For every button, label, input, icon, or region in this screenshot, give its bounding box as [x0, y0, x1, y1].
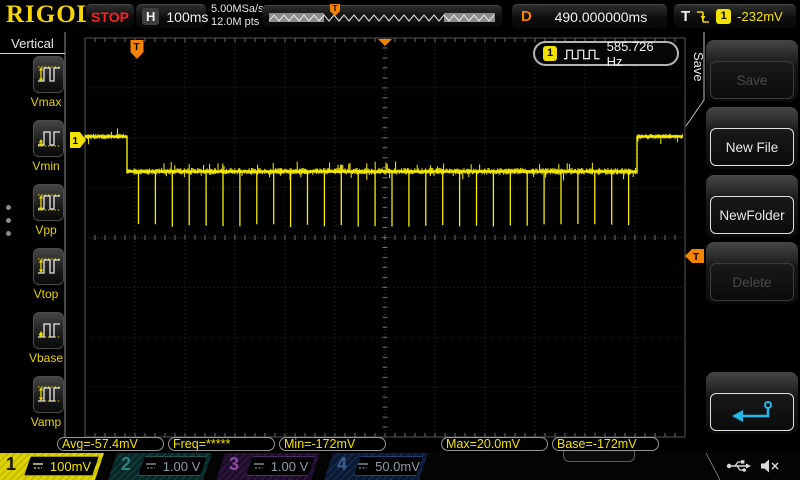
waveform-canvas: 1 T T [64, 32, 705, 438]
dc-coupling-icon [145, 461, 157, 471]
dc-coupling-icon [357, 461, 369, 471]
measurement-freq: Freq=***** [168, 437, 275, 451]
trigger-position-marker-icon: T [130, 40, 144, 59]
vamp-measure-icon [33, 376, 64, 413]
left-menu-item-vtop[interactable]: Vtop [0, 248, 66, 301]
brand-logo: RIGOL [6, 1, 95, 28]
measurement-avg: Avg=-57.4mV [57, 437, 164, 451]
vpp-measure-icon [33, 184, 64, 221]
channel-number: 2 [121, 454, 132, 474]
softkey-slot [706, 372, 798, 434]
vtop-measure-icon [33, 248, 64, 285]
softkey-newfolder-button[interactable]: NewFolder [710, 196, 794, 234]
softkey-slot: Save [706, 40, 798, 102]
left-menu-item-label: Vmax [30, 95, 62, 109]
channel-scale-value: 1.00 V [162, 458, 201, 474]
menu-scroll-dot [6, 231, 11, 236]
channel1-level-marker-icon: 1 [70, 132, 86, 148]
waveform-position-thumbnail: T [262, 4, 502, 27]
memory-depth: 12.0M pts [211, 16, 260, 28]
measurement-max: Max=20.0mV [441, 437, 548, 451]
measurement-base: Base=-172mV [552, 437, 659, 451]
left-menu-item-label: Vtop [33, 287, 59, 301]
left-menu-title: Vertical [11, 36, 54, 51]
channel-number: 3 [229, 454, 240, 474]
measurement-min: Min=-172mV [279, 437, 386, 451]
softkey-delete-button: Delete [710, 263, 794, 301]
svg-text:T: T [134, 42, 140, 53]
softkey-new-file-button[interactable]: New File [710, 128, 794, 166]
channel-scale-box: 50.0mV [354, 456, 423, 476]
center-time-marker-icon [378, 39, 392, 46]
speaker-muted-icon [761, 459, 779, 473]
channel-scale-box: 1.00 V [246, 456, 315, 476]
channel-status-bar: 1 100mV 2 1.00 V3 1.00 V4 50.0mV [0, 453, 800, 480]
status-divider [706, 453, 720, 480]
frequency-value: 585.726 Hz [606, 38, 654, 69]
vmax-measure-icon [33, 56, 64, 93]
softkey-save-button: Save [710, 61, 794, 99]
run-state-badge: STOP [86, 4, 134, 28]
run-state-label: STOP [91, 8, 129, 25]
left-menu-item-label: Vpp [35, 223, 57, 237]
left-menu-item-vpp[interactable]: Vpp [0, 184, 66, 237]
left-menu-item-label: Vbase [28, 351, 64, 365]
left-menu-item-label: Vamp [30, 415, 62, 429]
counter-source-badge: 1 [543, 46, 558, 61]
channel-4-badge[interactable]: 4 50.0mV [324, 453, 428, 480]
status-icons [726, 455, 796, 477]
channel-number: 4 [337, 454, 348, 474]
softkey-slot: NewFolder [706, 175, 798, 237]
horizontal-label: H [142, 8, 160, 25]
right-menu-tab-label: Save [691, 52, 706, 82]
softkey-return-button[interactable] [710, 393, 794, 431]
left-menu-item-vamp[interactable]: Vamp [0, 376, 66, 429]
channel-scale-value: 100mV [49, 458, 92, 474]
timebase-value: 100ms [166, 8, 209, 25]
usb-icon [726, 460, 751, 472]
graticule-grid [84, 37, 686, 438]
menu-scroll-dot [6, 218, 11, 223]
return-arrow-icon [732, 401, 772, 422]
delay-badge: D 490.000000ms [512, 4, 667, 28]
oscilloscope-screen: 1 T T RIGOL STOP H 100ms 5.00MSa/s 12.0M p… [0, 0, 800, 480]
left-menu-item-label: Vmin [32, 159, 60, 173]
svg-text:T: T [693, 252, 699, 263]
vbase-measure-icon [33, 312, 64, 349]
trigger-label: T [681, 8, 691, 25]
menu-scroll-dot [6, 205, 11, 210]
trigger-level-value: -232mV [737, 9, 783, 24]
frequency-counter-badge: 1 585.726 Hz [533, 38, 679, 69]
dc-coupling-icon [32, 461, 44, 471]
trigger-badge: T 1 -232mV [674, 4, 796, 28]
delay-label: D [521, 8, 532, 25]
delay-value: 490.000000ms [554, 8, 648, 25]
channel-2-badge[interactable]: 2 1.00 V [108, 453, 212, 480]
left-menu-divider [0, 53, 65, 54]
square-wave-icon [564, 49, 600, 59]
softkey-slot: Delete [706, 242, 798, 304]
thumbnail-wave-icon [269, 14, 495, 22]
vmin-measure-icon [33, 120, 64, 157]
channel-3-badge[interactable]: 3 1.00 V [216, 453, 320, 480]
dc-coupling-icon [253, 461, 265, 471]
left-menu-item-vmin[interactable]: Vmin [0, 120, 66, 173]
channel-scale-box: 1.00 V [138, 456, 207, 476]
falling-edge-icon [697, 10, 710, 23]
channel-scale-value: 1.00 V [270, 458, 309, 474]
channel-scale-value: 50.0mV [375, 458, 420, 474]
acquisition-info: 5.00MSa/s 12.0M pts [211, 3, 264, 29]
horizontal-timebase-badge: H 100ms [136, 4, 209, 28]
trigger-source-badge: 1 [716, 9, 732, 24]
left-menu-item-vbase[interactable]: Vbase [0, 312, 66, 365]
menu-notch-tab [563, 451, 635, 462]
channel-1-badge[interactable]: 1 100mV [0, 453, 104, 480]
channel-number: 1 [6, 454, 17, 474]
trigger-level-marker-icon: T [685, 249, 704, 263]
sample-rate: 5.00MSa/s [211, 3, 264, 15]
softkey-slot: New File [706, 107, 798, 169]
left-menu-item-vmax[interactable]: Vmax [0, 56, 66, 109]
channel-scale-box: 100mV [24, 456, 99, 476]
svg-text:1: 1 [73, 136, 79, 147]
